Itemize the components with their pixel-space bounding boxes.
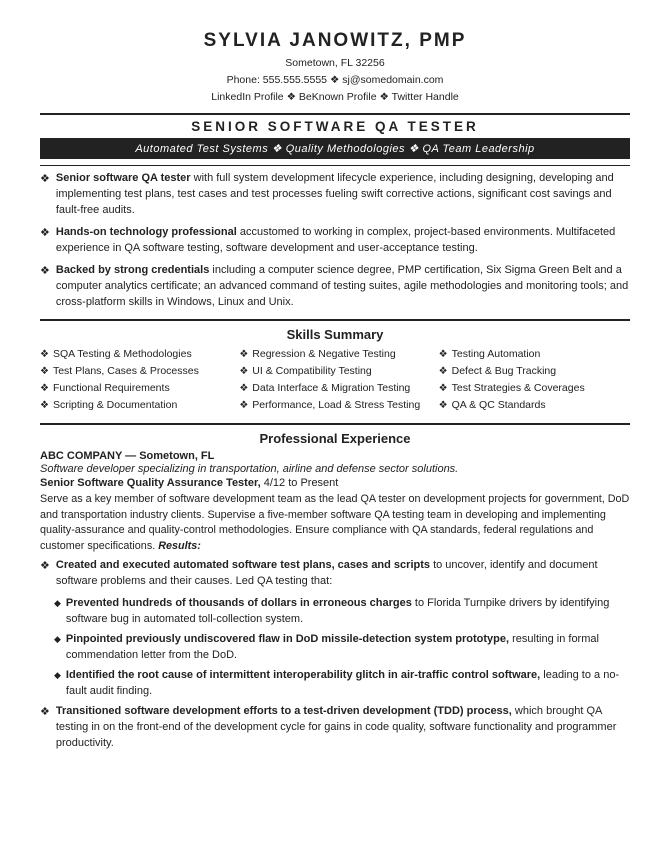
skill-item: ❖Functional Requirements [40, 381, 231, 396]
diamond-icon-2: ❖ [40, 226, 50, 239]
summary-section: ❖ Senior software QA tester with full sy… [40, 171, 630, 311]
skills-col-1: ❖SQA Testing & Methodologies ❖Test Plans… [40, 347, 231, 415]
results-label: Results: [158, 540, 201, 552]
company-description: Software developer specializing in trans… [40, 463, 630, 475]
skill-item: ❖Test Strategies & Coverages [439, 381, 630, 396]
summary-bullet-2: ❖ Hands-on technology professional accus… [40, 225, 630, 257]
diamond-icon-3: ❖ [40, 264, 50, 277]
skill-diamond: ❖ [439, 382, 448, 396]
skills-grid: ❖SQA Testing & Methodologies ❖Test Plans… [40, 347, 630, 415]
skill-item: ❖Regression & Negative Testing [239, 347, 430, 362]
exp-diamond-2: ❖ [40, 705, 50, 718]
job-description: Serve as a key member of software develo… [40, 492, 630, 555]
summary-divider [40, 319, 630, 321]
skill-item: ❖Data Interface & Migration Testing [239, 381, 430, 396]
skill-diamond: ❖ [40, 382, 49, 396]
skill-diamond: ❖ [239, 399, 248, 413]
skill-diamond: ❖ [439, 399, 448, 413]
job-title-line: Senior Software Quality Assurance Tester… [40, 477, 630, 489]
title-divider [40, 165, 630, 166]
skill-diamond: ❖ [40, 399, 49, 413]
skill-diamond: ❖ [439, 365, 448, 379]
exp-bullet-text-1: Created and executed automated software … [56, 558, 630, 590]
job-title-section: SENIOR SOFTWARE QA TESTER Automated Test… [40, 119, 630, 159]
skill-item: ❖Test Plans, Cases & Processes [40, 364, 231, 379]
sub-bullet-text-3: Identified the root cause of intermitten… [66, 668, 630, 700]
sub-bullets: ◆ Prevented hundreds of thousands of dol… [54, 596, 630, 700]
skill-item: ❖SQA Testing & Methodologies [40, 347, 231, 362]
exp-bullet-text-2: Transitioned software development effort… [56, 704, 630, 752]
sub-diamond-3: ◆ [54, 670, 61, 681]
experience-title: Professional Experience [40, 431, 630, 446]
skill-item: ❖UI & Compatibility Testing [239, 364, 430, 379]
skill-item: ❖Performance, Load & Stress Testing [239, 398, 430, 413]
exp-bullet-1: ❖ Created and executed automated softwar… [40, 558, 630, 590]
sub-diamond-2: ◆ [54, 634, 61, 645]
company-name: ABC COMPANY — Sometown, FL [40, 450, 630, 462]
skills-col-2: ❖Regression & Negative Testing ❖UI & Com… [239, 347, 430, 415]
summary-bullet-1: ❖ Senior software QA tester with full sy… [40, 171, 630, 219]
sub-bullet-2: ◆ Pinpointed previously undiscovered fla… [54, 632, 630, 664]
summary-text-3: Backed by strong credentials including a… [56, 263, 630, 311]
sub-bullet-text-1: Prevented hundreds of thousands of dolla… [66, 596, 630, 628]
skill-diamond: ❖ [40, 365, 49, 379]
sub-bullet-text-2: Pinpointed previously undiscovered flaw … [66, 632, 630, 664]
skill-diamond: ❖ [239, 365, 248, 379]
job-title: SENIOR SOFTWARE QA TESTER [40, 119, 630, 134]
diamond-icon-1: ❖ [40, 172, 50, 185]
skills-col-3: ❖Testing Automation ❖Defect & Bug Tracki… [439, 347, 630, 415]
skill-item: ❖QA & QC Standards [439, 398, 630, 413]
sub-bullet-1: ◆ Prevented hundreds of thousands of dol… [54, 596, 630, 628]
skills-divider [40, 423, 630, 425]
summary-text-2: Hands-on technology professional accusto… [56, 225, 630, 257]
job-title-bold: Senior Software Quality Assurance Tester… [40, 477, 261, 489]
skills-title: Skills Summary [40, 327, 630, 342]
job-dates: 4/12 to Present [261, 477, 339, 489]
contact-info: Sometown, FL 32256 Phone: 555.555.5555 ❖… [40, 55, 630, 105]
skill-item: ❖Scripting & Documentation [40, 398, 231, 413]
skill-item: ❖Testing Automation [439, 347, 630, 362]
header-divider [40, 113, 630, 115]
candidate-name: SYLVIA JANOWITZ, PMP [40, 30, 630, 52]
sub-bullet-3: ◆ Identified the root cause of intermitt… [54, 668, 630, 700]
experience-bullets: ❖ Created and executed automated softwar… [40, 558, 630, 751]
exp-bullet-2: ❖ Transitioned software development effo… [40, 704, 630, 752]
summary-bullet-3: ❖ Backed by strong credentials including… [40, 263, 630, 311]
tagline-bar: Automated Test Systems ❖ Quality Methodo… [40, 138, 630, 159]
sub-diamond-1: ◆ [54, 598, 61, 609]
skill-diamond: ❖ [239, 348, 248, 362]
skill-diamond: ❖ [439, 348, 448, 362]
skill-diamond: ❖ [40, 348, 49, 362]
header: SYLVIA JANOWITZ, PMP Sometown, FL 32256 … [40, 30, 630, 105]
exp-diamond-1: ❖ [40, 559, 50, 572]
skill-item: ❖Defect & Bug Tracking [439, 364, 630, 379]
experience-section: Professional Experience ABC COMPANY — So… [40, 431, 630, 752]
skills-section: Skills Summary ❖SQA Testing & Methodolog… [40, 327, 630, 415]
summary-text-1: Senior software QA tester with full syst… [56, 171, 630, 219]
skill-diamond: ❖ [239, 382, 248, 396]
